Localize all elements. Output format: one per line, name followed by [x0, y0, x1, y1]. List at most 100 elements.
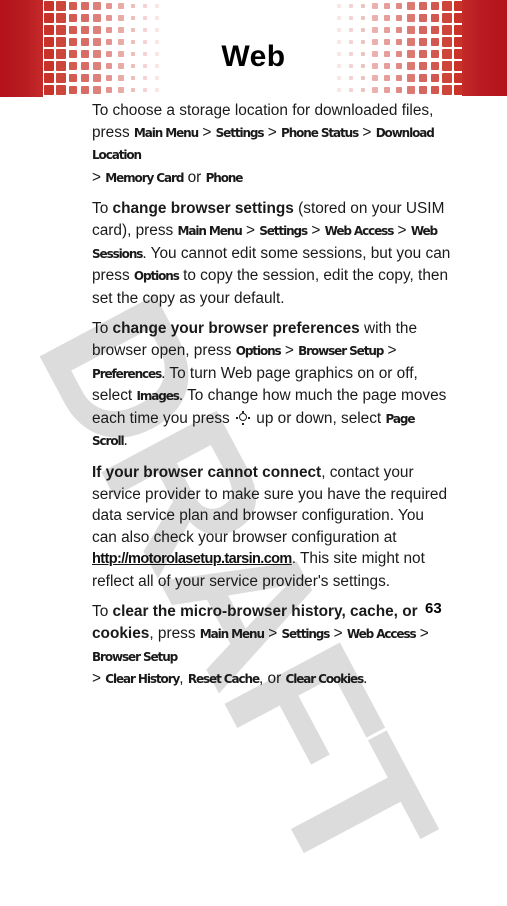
key-web-access: Web Access [324, 223, 395, 238]
header-pattern-square [418, 1, 428, 11]
separator: > [415, 625, 429, 643]
header-pattern-square [337, 28, 341, 32]
separator: > [198, 123, 216, 141]
header-pattern-square [81, 86, 89, 94]
key-options: Options [235, 343, 282, 358]
key-main-menu: Main Menu [133, 125, 199, 140]
header-pattern-square [81, 2, 89, 10]
header-pattern-square [44, 25, 54, 35]
header-pattern-square [118, 3, 124, 9]
key-reset-cache: Reset Cache [187, 672, 260, 687]
header-pattern-square [130, 3, 136, 9]
separator: > [383, 341, 397, 359]
text: To [92, 200, 113, 218]
key-main-menu: Main Menu [199, 627, 265, 642]
separator: > [263, 625, 282, 643]
header-pattern-square [407, 2, 415, 10]
header-pattern-square [142, 75, 148, 81]
bold-heading: change your browser preferences [112, 320, 360, 338]
header-pattern-square [442, 13, 452, 23]
header-pattern-square [118, 75, 124, 81]
header-pattern-square [337, 4, 341, 8]
header-pattern-square [44, 13, 54, 23]
header-pattern-square [418, 73, 428, 83]
navigation-key-icon [236, 410, 251, 425]
header-pattern-square [44, 85, 54, 95]
header-pattern-square [348, 75, 354, 81]
header-pattern-square [130, 27, 136, 33]
header-pattern-square [142, 3, 148, 9]
header-pattern-square [155, 76, 159, 80]
bold-heading: change browser settings [112, 200, 294, 218]
header-pattern-square [56, 1, 66, 11]
header-pattern-square [395, 74, 403, 82]
paragraph-browser-preferences: To change your browser preferences with … [92, 318, 452, 453]
header-pattern-square [360, 27, 366, 33]
text: To [92, 320, 113, 338]
key-phone: Phone [205, 170, 244, 185]
key-main-menu: Main Menu [177, 223, 243, 238]
header-pattern-square [360, 75, 366, 81]
key-clear-history: Clear History [105, 672, 180, 687]
text: , press [149, 625, 200, 643]
header-pattern-square [155, 88, 159, 92]
header-pattern-square [81, 14, 89, 22]
header-pattern-square [348, 87, 354, 93]
key-preferences: Preferences [92, 366, 162, 381]
paragraph-browser-settings: To change browser settings (stored on yo… [92, 198, 452, 309]
header-pattern-square [418, 85, 428, 95]
header-pattern-square [348, 27, 354, 33]
motorola-setup-link[interactable]: http://motorolasetup.tarsin.com [92, 551, 292, 567]
separator: , [179, 670, 188, 688]
key-memory-card: Memory Card [105, 170, 184, 185]
header-pattern-square [56, 73, 66, 83]
header-pattern-square [142, 87, 148, 93]
header-pattern-square [430, 25, 440, 35]
header-pattern-square [142, 27, 148, 33]
header-pattern-square [56, 85, 66, 95]
header-pattern-square [56, 25, 66, 35]
header-pattern-square [81, 26, 89, 34]
header-pattern-square [372, 3, 378, 9]
header-pattern-square [407, 74, 415, 82]
paragraph-storage-location: To choose a storage location for downloa… [92, 100, 452, 189]
separator: > [358, 123, 376, 141]
header-pattern-square [337, 16, 341, 20]
header-pattern-square [418, 13, 428, 23]
header-pattern-square [93, 2, 101, 10]
header-pattern-square [155, 4, 159, 8]
header-pattern-square [68, 73, 78, 83]
separator: > [263, 123, 281, 141]
header-pattern-square [93, 74, 101, 82]
header-pattern-square [93, 26, 101, 34]
header-pattern-square [105, 2, 113, 10]
header-pattern-square [407, 86, 415, 94]
header-pattern-square [44, 1, 54, 11]
header-pattern-square [118, 87, 124, 93]
page-header: Web [0, 0, 507, 97]
header-pattern-square [130, 87, 136, 93]
header-pattern-square [118, 27, 124, 33]
key-clear-cookies: Clear Cookies [285, 672, 365, 687]
header-pattern-square [395, 2, 403, 10]
header-pattern-square [442, 85, 452, 95]
header-pattern-square [130, 15, 136, 21]
header-pattern-square [81, 74, 89, 82]
header-pattern-square [93, 86, 101, 94]
header-pattern-square [430, 73, 440, 83]
header-pattern-square [105, 14, 113, 22]
text: up or down, select [252, 409, 386, 427]
separator: > [393, 221, 411, 239]
separator: > [307, 221, 325, 239]
header-pattern-square [383, 26, 391, 34]
page-number: 63 [425, 600, 442, 617]
text: . [123, 432, 128, 450]
header-pattern-square [383, 2, 391, 10]
header-pattern-square [118, 15, 124, 21]
bold-heading: If your browser cannot connect [92, 463, 322, 481]
header-pattern-square [348, 15, 354, 21]
header-pattern-square [395, 26, 403, 34]
header-pattern-square [348, 3, 354, 9]
key-options: Options [133, 269, 180, 284]
separator: > [92, 168, 106, 186]
